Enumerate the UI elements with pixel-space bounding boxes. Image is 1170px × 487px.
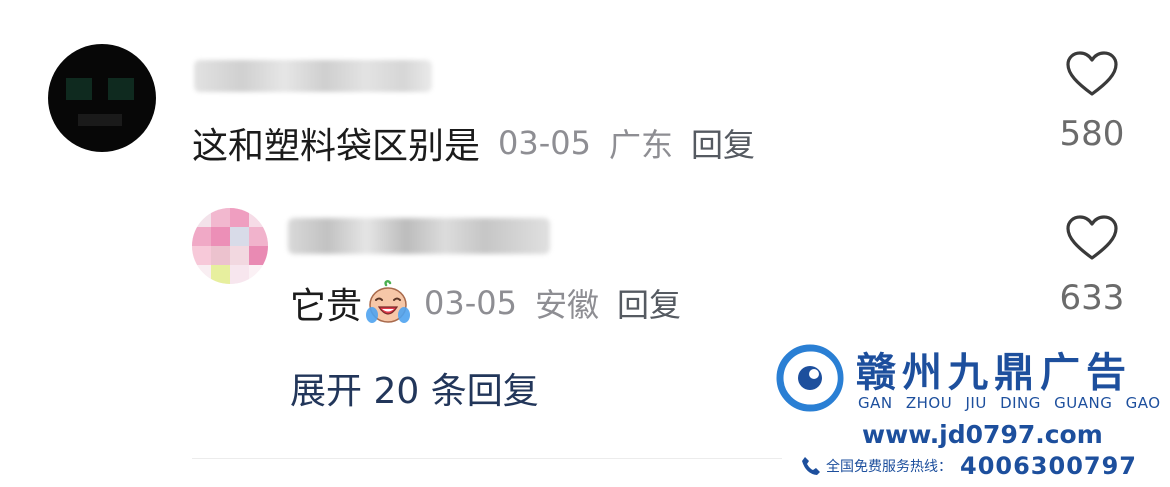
divider: [192, 458, 782, 459]
watermark-hotline-number: 4006300797: [960, 452, 1137, 480]
reply-text: 它贵: [290, 286, 363, 327]
phone-icon: [802, 457, 820, 475]
comment-text: 这和塑料袋区别是: [192, 126, 481, 167]
watermark-url: www.jd0797.com: [862, 420, 1103, 449]
crying-laughing-emoji-icon: [366, 280, 411, 323]
comment-reply-button[interactable]: 回复: [691, 120, 755, 166]
reply-location: 安徽: [535, 286, 600, 324]
watermark-pinyin: GAN ZHOU JIU DING GUANG GAO: [858, 394, 1161, 412]
reply-date: 03-05: [424, 284, 517, 322]
reply-like-count: 633: [1059, 278, 1125, 318]
heart-icon[interactable]: [1065, 214, 1119, 262]
reply-body: 它贵 03-05 安徽 回复: [290, 278, 681, 328]
watermark-hotline-label: 全国免费服务热线：: [826, 459, 952, 475]
watermark-hotline: 全国免费服务热线： 4006300797: [800, 452, 1137, 480]
comment-like-count: 580: [1059, 114, 1125, 154]
reply-reply-button[interactable]: 回复: [617, 280, 681, 326]
commenter-avatar[interactable]: [48, 44, 156, 152]
reply-like-button[interactable]: 633: [1050, 214, 1134, 318]
replier-avatar[interactable]: [192, 208, 268, 284]
comment-like-button[interactable]: 580: [1050, 50, 1134, 154]
expand-replies-button[interactable]: 展开 20 条回复: [290, 362, 539, 414]
comment-date: 03-05: [498, 124, 591, 162]
watermark-title: 赣州九鼎广告: [856, 350, 1132, 396]
watermark-logo-icon: [776, 344, 844, 412]
heart-icon[interactable]: [1065, 50, 1119, 98]
commenter-username-blurred[interactable]: [194, 60, 432, 92]
replier-username-blurred[interactable]: [288, 218, 550, 254]
comment-body: 这和塑料袋区别是 03-05 广东 回复: [192, 118, 755, 168]
comment-location: 广东: [609, 126, 674, 164]
watermark: 赣州九鼎广告 GAN ZHOU JIU DING GUANG GAO www.j…: [776, 338, 1166, 484]
